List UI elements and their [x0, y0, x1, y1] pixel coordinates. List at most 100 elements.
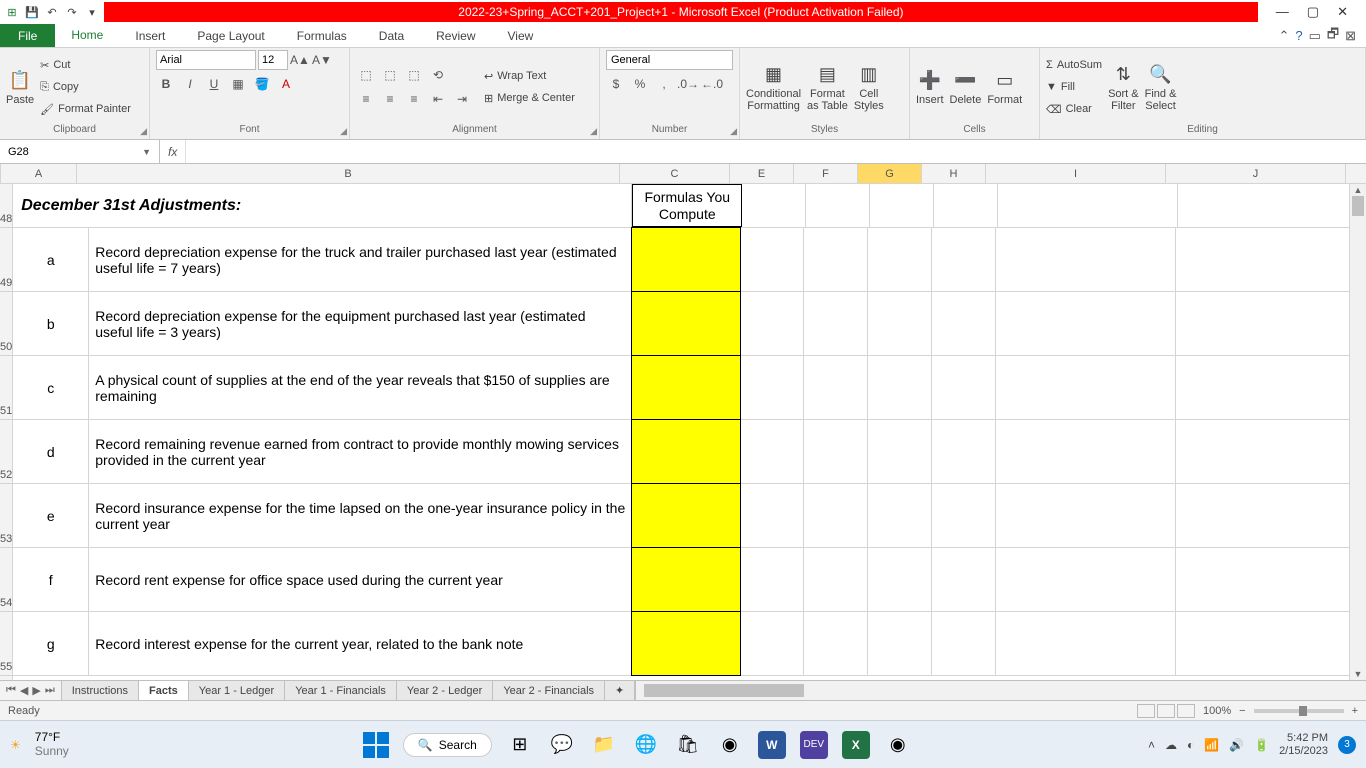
- edge-icon[interactable]: 🌐: [632, 731, 660, 759]
- vertical-scrollbar[interactable]: ▲ ▼: [1349, 184, 1366, 680]
- align-middle-icon[interactable]: ⬚: [380, 65, 400, 85]
- column-header-I[interactable]: I: [986, 164, 1166, 183]
- tab-insert[interactable]: Insert: [119, 24, 181, 47]
- zoom-out-icon[interactable]: −: [1239, 705, 1245, 717]
- name-box[interactable]: G28 ▼: [0, 140, 160, 163]
- decrease-decimal-icon[interactable]: ←.0: [702, 74, 722, 94]
- tab-view[interactable]: View: [492, 24, 550, 47]
- delete-cells-button[interactable]: ➖Delete: [950, 68, 982, 106]
- taskbar-clock[interactable]: 5:42 PM 2/15/2023: [1279, 732, 1328, 756]
- cell-B50[interactable]: Record depreciation expense for the equi…: [89, 292, 632, 355]
- volume-icon[interactable]: 🔊: [1229, 738, 1244, 752]
- normal-view-icon[interactable]: [1137, 704, 1155, 718]
- cell-G55[interactable]: [868, 612, 932, 675]
- sheet-tab-year-2-financials[interactable]: Year 2 - Financials: [493, 681, 605, 700]
- task-view-icon[interactable]: ⊞: [506, 731, 534, 759]
- cell-C55[interactable]: [631, 611, 741, 676]
- cell-E52[interactable]: [740, 420, 804, 483]
- wrap-text-button[interactable]: ↩Wrap Text: [484, 66, 575, 86]
- column-header-C[interactable]: C: [620, 164, 730, 183]
- cell-F54[interactable]: [804, 548, 868, 611]
- app-close-icon[interactable]: ⊠: [1345, 28, 1356, 44]
- minimize-button[interactable]: —: [1276, 4, 1289, 20]
- cells-area[interactable]: December 31st Adjustments:Formulas YouCo…: [13, 184, 1366, 680]
- minimize-ribbon-icon[interactable]: ⌃: [1278, 28, 1289, 44]
- align-top-icon[interactable]: ⬚: [356, 65, 376, 85]
- notification-badge[interactable]: 3: [1338, 736, 1356, 754]
- row-header[interactable]: 50: [0, 292, 12, 356]
- cell-E54[interactable]: [740, 548, 804, 611]
- align-bottom-icon[interactable]: ⬚: [404, 65, 424, 85]
- format-table-button[interactable]: ▤Format as Table: [807, 62, 848, 112]
- cell-H50[interactable]: [932, 292, 996, 355]
- cell-C48[interactable]: Formulas YouCompute: [632, 184, 742, 227]
- format-cells-button[interactable]: ▭Format: [987, 68, 1022, 106]
- cell-G52[interactable]: [868, 420, 932, 483]
- column-header-H[interactable]: H: [922, 164, 986, 183]
- undo-icon[interactable]: ↶: [44, 4, 60, 20]
- last-sheet-icon[interactable]: ⏭: [45, 684, 55, 697]
- window-restore-icon[interactable]: ▭: [1309, 28, 1321, 44]
- cell-A50[interactable]: b: [13, 292, 89, 355]
- new-sheet-button[interactable]: ✦: [605, 681, 635, 700]
- start-button[interactable]: [363, 732, 389, 758]
- tab-review[interactable]: Review: [420, 24, 491, 47]
- cell-E53[interactable]: [740, 484, 804, 547]
- column-header-J[interactable]: J: [1166, 164, 1346, 183]
- cell-B51[interactable]: A physical count of supplies at the end …: [89, 356, 632, 419]
- column-header-B[interactable]: B: [77, 164, 620, 183]
- weather-widget[interactable]: 77°F Sunny: [35, 731, 69, 757]
- tab-home[interactable]: Home: [55, 24, 119, 47]
- cell-J51[interactable]: [1176, 356, 1356, 419]
- copy-button[interactable]: ⎘Copy: [40, 77, 131, 97]
- cell-B52[interactable]: Record remaining revenue earned from con…: [89, 420, 632, 483]
- cell-I51[interactable]: [996, 356, 1176, 419]
- sort-filter-button[interactable]: ⇅Sort & Filter: [1108, 62, 1139, 112]
- cell-J53[interactable]: [1176, 484, 1356, 547]
- formula-input[interactable]: [186, 140, 1366, 163]
- cell-I55[interactable]: [996, 612, 1176, 675]
- cell-C50[interactable]: [631, 291, 741, 356]
- cell-C49[interactable]: [631, 227, 741, 292]
- cell-H54[interactable]: [932, 548, 996, 611]
- cell-C53[interactable]: [631, 483, 741, 548]
- cell-C54[interactable]: [631, 547, 741, 612]
- cell-I48[interactable]: [998, 184, 1178, 227]
- window-state-icon[interactable]: 🗗: [1327, 25, 1339, 47]
- sheet-tab-year-1-financials[interactable]: Year 1 - Financials: [285, 681, 397, 700]
- align-left-icon[interactable]: ≡: [356, 89, 376, 109]
- chat-icon[interactable]: 💬: [548, 731, 576, 759]
- sheet-tab-instructions[interactable]: Instructions: [62, 681, 139, 700]
- cell-J49[interactable]: [1176, 228, 1356, 291]
- cell-F55[interactable]: [804, 612, 868, 675]
- tray-chevron-icon[interactable]: ˄: [1148, 738, 1155, 752]
- chrome2-icon[interactable]: ◉: [884, 731, 912, 759]
- conditional-formatting-button[interactable]: ▦Conditional Formatting: [746, 62, 801, 112]
- grow-font-icon[interactable]: A▲: [290, 50, 310, 70]
- page-layout-view-icon[interactable]: [1157, 704, 1175, 718]
- page-break-view-icon[interactable]: [1177, 704, 1195, 718]
- merge-center-button[interactable]: ⊞Merge & Center: [484, 88, 575, 108]
- column-header-E[interactable]: E: [730, 164, 794, 183]
- dialog-launcher-icon[interactable]: ◢: [730, 126, 737, 137]
- cell-E55[interactable]: [740, 612, 804, 675]
- cut-button[interactable]: ✂Cut: [40, 55, 131, 75]
- underline-button[interactable]: U: [204, 74, 224, 94]
- cell-H53[interactable]: [932, 484, 996, 547]
- prev-sheet-icon[interactable]: ◀: [20, 684, 28, 697]
- cell-H51[interactable]: [932, 356, 996, 419]
- cell-A52[interactable]: d: [13, 420, 89, 483]
- cell-F51[interactable]: [804, 356, 868, 419]
- maximize-button[interactable]: ▢: [1307, 4, 1319, 20]
- dialog-launcher-icon[interactable]: ◢: [340, 126, 347, 137]
- cell-J52[interactable]: [1176, 420, 1356, 483]
- cell-A55[interactable]: g: [13, 612, 89, 675]
- column-header-G[interactable]: G: [858, 164, 922, 183]
- cell-G48[interactable]: [870, 184, 934, 227]
- indent-increase-icon[interactable]: ⇥: [452, 89, 472, 109]
- sheet-tab-year-2-ledger[interactable]: Year 2 - Ledger: [397, 681, 493, 700]
- cell-F53[interactable]: [804, 484, 868, 547]
- cell-F52[interactable]: [804, 420, 868, 483]
- percent-icon[interactable]: %: [630, 74, 650, 94]
- increase-decimal-icon[interactable]: .0→: [678, 74, 698, 94]
